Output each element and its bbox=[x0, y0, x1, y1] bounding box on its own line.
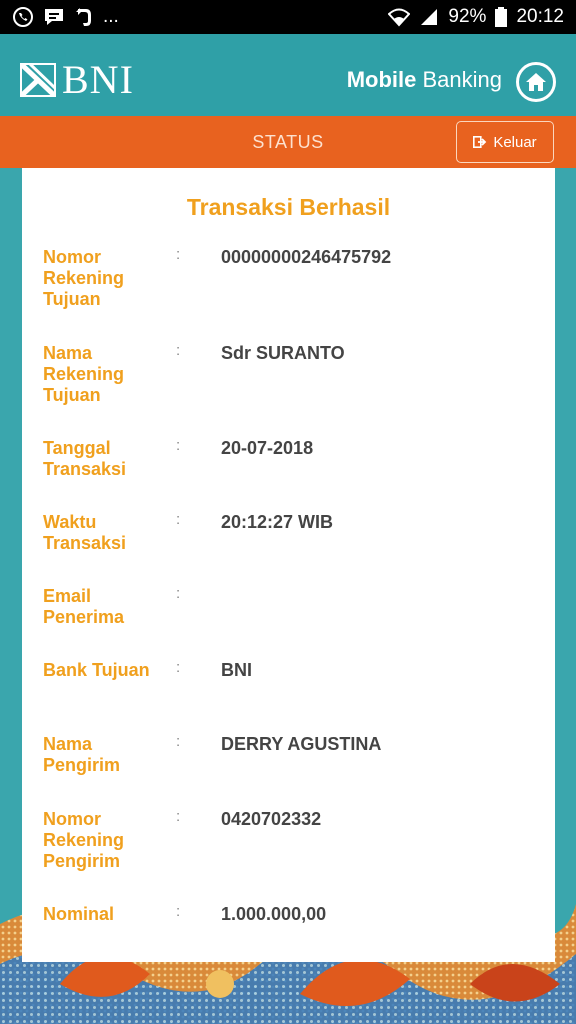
logout-button[interactable]: Keluar bbox=[456, 121, 554, 163]
field-label: Nominal bbox=[43, 904, 115, 924]
battery-icon bbox=[495, 7, 508, 27]
field-separator: : bbox=[176, 585, 181, 602]
field-separator: : bbox=[176, 511, 181, 528]
field-label: Nomor Rekening Pengirim bbox=[43, 809, 125, 871]
toolbar: STATUS Keluar bbox=[0, 116, 576, 168]
field-value: 20-07-2018 bbox=[221, 438, 314, 458]
clock: 20:12 bbox=[516, 6, 564, 27]
whatsapp-icon bbox=[12, 6, 34, 28]
chat-icon bbox=[43, 7, 65, 27]
home-button[interactable] bbox=[516, 62, 556, 102]
field-value: 0420702332 bbox=[221, 809, 322, 829]
field-separator: : bbox=[176, 808, 181, 825]
field-label: Nama Pengirim bbox=[43, 734, 121, 775]
bni-logo-mark-icon bbox=[20, 63, 56, 97]
field-label: Email Penerima bbox=[43, 586, 125, 627]
field-label: Bank Tujuan bbox=[43, 660, 150, 680]
app-header: BNI Mobile Banking bbox=[0, 34, 576, 116]
field-separator: : bbox=[176, 659, 181, 676]
field-separator: : bbox=[176, 246, 181, 263]
battery-percentage: 92% bbox=[448, 6, 487, 27]
app-title-rest: Banking bbox=[416, 67, 502, 92]
field-separator: : bbox=[176, 733, 181, 750]
field-separator: : bbox=[176, 342, 181, 359]
field-value: 00000000246475792 bbox=[221, 247, 392, 267]
wifi-icon bbox=[388, 7, 411, 27]
transaction-success-title: Transaksi Berhasil bbox=[186, 194, 391, 220]
field-value: 20:12:27 WIB bbox=[221, 512, 334, 532]
more-notifications: ... bbox=[103, 6, 119, 27]
field-separator: : bbox=[176, 903, 181, 920]
logout-icon bbox=[473, 136, 487, 148]
field-label: Waktu Transaksi bbox=[43, 512, 127, 553]
logout-label: Keluar bbox=[493, 133, 537, 151]
app-title-bold: Mobile bbox=[346, 67, 417, 92]
field-label: Nama Rekening Tujuan bbox=[43, 343, 125, 405]
home-icon bbox=[526, 73, 546, 91]
signal-icon bbox=[419, 8, 439, 26]
field-label: Tanggal Transaksi bbox=[43, 438, 127, 479]
bni-logo: BNI bbox=[20, 60, 134, 100]
logo-text: BNI bbox=[62, 57, 134, 102]
app-title: Mobile Banking bbox=[347, 67, 502, 93]
field-value: 1.000.000,00 bbox=[221, 904, 327, 924]
system-status-bar: ... 92% 20:12 bbox=[0, 0, 576, 34]
transaction-card: Transaksi Berhasil Nomor Rekening Tujuan… bbox=[22, 168, 555, 962]
field-value: Sdr SURANTO bbox=[221, 343, 345, 363]
field-label: Nomor Rekening Tujuan bbox=[43, 247, 125, 309]
field-separator: : bbox=[176, 437, 181, 454]
evernote-icon bbox=[74, 6, 94, 28]
field-value: DERRY AGUSTINA bbox=[221, 734, 382, 754]
field-value: BNI bbox=[221, 660, 252, 680]
